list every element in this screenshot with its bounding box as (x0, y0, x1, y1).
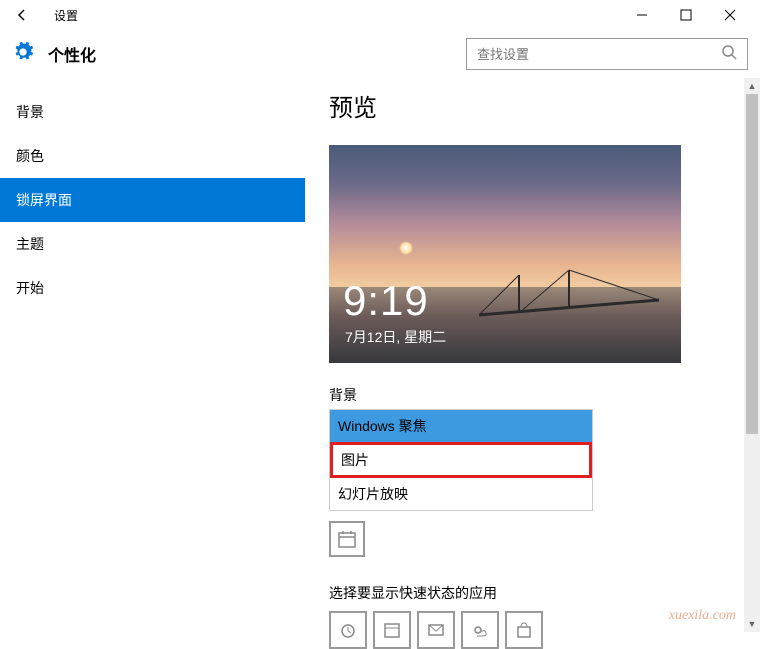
mail-icon (427, 621, 445, 639)
quick-app-4[interactable] (461, 611, 499, 649)
quick-status-label: 选择要显示快速状态的应用 (329, 583, 740, 603)
lock-date: 7月12日, 星期二 (345, 327, 446, 347)
lock-time: 9:19 (343, 277, 429, 325)
titlebar: 设置 (0, 0, 760, 30)
quick-app-3[interactable] (417, 611, 455, 649)
preview-heading: 预览 (329, 88, 740, 123)
background-label: 背景 (329, 385, 740, 405)
alarm-icon (339, 621, 357, 639)
window-title: 设置 (54, 7, 78, 24)
lockscreen-preview: 9:19 7月12日, 星期二 (329, 145, 681, 363)
maximize-button[interactable] (664, 1, 708, 29)
calendar-button[interactable] (329, 521, 365, 557)
sidebar: 背景 颜色 锁屏界面 主题 开始 (0, 78, 305, 632)
quick-app-5[interactable] (505, 611, 543, 649)
calendar-icon (383, 621, 401, 639)
sidebar-item-colors[interactable]: 颜色 (0, 134, 305, 178)
header: 个性化 (0, 30, 760, 78)
sidebar-item-themes[interactable]: 主题 (0, 222, 305, 266)
main-content: 预览 9:19 7月12日, 星期二 背景 Windows 聚焦 图片 幻灯片放… (305, 78, 760, 632)
bg-option-picture[interactable]: 图片 (330, 442, 592, 478)
window-controls (620, 1, 752, 29)
scrollbar[interactable]: ▲ ▼ (744, 78, 760, 632)
scroll-up-icon[interactable]: ▲ (744, 78, 760, 94)
sidebar-item-lockscreen[interactable]: 锁屏界面 (0, 178, 305, 222)
background-dropdown[interactable]: Windows 聚焦 图片 幻灯片放映 (329, 409, 593, 511)
sidebar-item-start[interactable]: 开始 (0, 266, 305, 310)
bg-option-spotlight[interactable]: Windows 聚焦 (330, 410, 592, 442)
store-icon (515, 621, 533, 639)
gear-icon (12, 41, 34, 68)
calendar-icon (337, 529, 357, 549)
sidebar-item-background[interactable]: 背景 (0, 90, 305, 134)
minimize-button[interactable] (620, 1, 664, 29)
bg-option-slideshow[interactable]: 幻灯片放映 (330, 478, 592, 510)
scroll-down-icon[interactable]: ▼ (744, 616, 760, 632)
watermark: xuexila.com (669, 608, 736, 624)
search-icon (721, 44, 737, 65)
close-button[interactable] (708, 1, 752, 29)
quick-app-2[interactable] (373, 611, 411, 649)
quick-app-1[interactable] (329, 611, 367, 649)
back-button[interactable] (8, 1, 36, 29)
boat-image (469, 265, 669, 335)
scroll-thumb[interactable] (746, 94, 758, 434)
weather-icon (471, 621, 489, 639)
search-box[interactable] (466, 38, 748, 70)
page-title: 个性化 (48, 42, 96, 66)
search-input[interactable] (477, 47, 721, 62)
